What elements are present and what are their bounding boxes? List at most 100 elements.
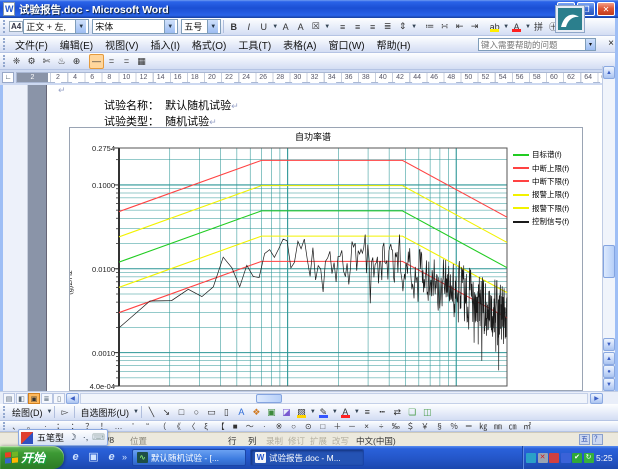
- numbering-button[interactable]: ≔: [422, 19, 437, 34]
- autoshapes-menu-button[interactable]: 自选图形(U): [77, 406, 132, 419]
- ime-help-icon[interactable]: ？: [592, 434, 603, 445]
- threed-style-icon[interactable]: ◫: [420, 405, 435, 420]
- symbol-button-16[interactable]: ～: [243, 421, 258, 432]
- symbol-button-13[interactable]: ξ: [199, 422, 214, 431]
- horizontal-scroll-track[interactable]: [80, 393, 588, 404]
- menu-item-0[interactable]: 文件(F): [9, 36, 54, 53]
- columns-button[interactable]: ▦: [134, 54, 149, 69]
- chevron-down-icon[interactable]: ▼: [164, 20, 175, 33]
- menu-item-3[interactable]: 插入(I): [144, 36, 185, 53]
- ime-logo-icon[interactable]: [21, 432, 33, 444]
- symbol-button-8[interactable]: ': [126, 422, 141, 431]
- symbol-button-32[interactable]: ㎏: [476, 421, 491, 432]
- symbol-button-10[interactable]: （: [155, 421, 170, 432]
- symbol-button-12[interactable]: 〈: [184, 421, 199, 432]
- show-desktop-icon[interactable]: ▣: [86, 449, 101, 465]
- underline-button[interactable]: U: [256, 19, 271, 34]
- menu-item-1[interactable]: 编辑(E): [54, 36, 99, 53]
- browse-previous-button[interactable]: ▲: [603, 352, 615, 365]
- symbol-button-34[interactable]: ㎝: [505, 421, 520, 432]
- scroll-left-button[interactable]: ◀: [66, 393, 79, 404]
- symbol-button-18[interactable]: ※: [272, 422, 287, 431]
- chevron-down-icon[interactable]: ▼: [310, 409, 316, 415]
- scroll-up-button[interactable]: ▲: [603, 66, 615, 79]
- symbol-button-31[interactable]: ＝: [461, 421, 476, 432]
- character-shading-button[interactable]: A: [293, 19, 308, 34]
- line-style-icon[interactable]: ≡: [360, 405, 375, 420]
- document-text-line[interactable]: 试验名称： 默认随机试验↵: [104, 97, 239, 113]
- character-border-button[interactable]: A: [278, 19, 293, 34]
- align-left-button[interactable]: ≡: [335, 19, 350, 34]
- decrease-indent-button[interactable]: ⇤: [452, 19, 467, 34]
- align-center-button[interactable]: ≡: [350, 19, 365, 34]
- character-scaling-button[interactable]: ☒: [308, 19, 323, 34]
- chevron-down-icon[interactable]: ▾: [585, 39, 595, 50]
- symbol-button-14[interactable]: 【: [213, 421, 228, 432]
- close-button[interactable]: ✕: [597, 2, 615, 16]
- symbol-button-15[interactable]: ■: [228, 422, 243, 431]
- dash-style-icon[interactable]: ┅: [375, 405, 390, 420]
- symbol-button-26[interactable]: ‰: [388, 422, 403, 431]
- start-button[interactable]: 开始: [0, 446, 64, 469]
- diagram-icon[interactable]: ❖: [249, 405, 264, 420]
- font-size-combo[interactable]: 五号▼: [181, 19, 221, 34]
- normal-view-button[interactable]: ▤: [3, 393, 15, 404]
- increase-indent-button[interactable]: ⇥: [467, 19, 482, 34]
- symbol-button-20[interactable]: ⊙: [301, 422, 316, 431]
- task-button-word[interactable]: W 试验报告.doc - M...: [250, 449, 364, 466]
- symbol-button-9[interactable]: “: [140, 422, 155, 431]
- arrow-style-icon[interactable]: ⇄: [390, 405, 405, 420]
- ime-indicator-icon[interactable]: 五: [579, 434, 590, 445]
- fill-color-icon[interactable]: ▨: [294, 405, 309, 420]
- select-browse-object-button[interactable]: ●: [603, 365, 615, 378]
- horizontal-scroll-thumb[interactable]: [256, 394, 282, 403]
- help-search-box[interactable]: ▾: [478, 38, 596, 51]
- help-search-input[interactable]: [479, 39, 585, 51]
- symbol-button-30[interactable]: ％: [447, 421, 462, 432]
- scroll-right-button[interactable]: ▶: [590, 393, 603, 404]
- tray-update-shield-icon[interactable]: ↻: [584, 453, 594, 463]
- toolbar-grip[interactable]: [3, 422, 6, 430]
- symbol-button-17[interactable]: ·: [257, 422, 272, 431]
- text-box-icon[interactable]: ▭: [204, 405, 219, 420]
- symbol-button-29[interactable]: §: [432, 422, 447, 431]
- oval-icon[interactable]: ○: [189, 405, 204, 420]
- web-layout-view-button[interactable]: ◧: [16, 393, 28, 404]
- arrow-icon[interactable]: ↘: [159, 405, 174, 420]
- symbol-button-27[interactable]: ＄: [403, 421, 418, 432]
- menu-item-2[interactable]: 视图(V): [99, 36, 144, 53]
- chevron-down-icon[interactable]: ▼: [324, 24, 330, 30]
- menu-item-8[interactable]: 帮助(H): [371, 36, 417, 53]
- wordart-icon[interactable]: A: [234, 405, 249, 420]
- ie-quicklaunch-icon[interactable]: e: [68, 449, 83, 465]
- chevron-down-icon[interactable]: ▼: [354, 409, 360, 415]
- symbol-button-7[interactable]: …: [111, 422, 126, 431]
- shadow-style-icon[interactable]: ❏: [405, 405, 420, 420]
- phonetic-guide-button[interactable]: 拼: [531, 19, 546, 34]
- rectangle-icon[interactable]: □: [174, 405, 189, 420]
- symbol-button-22[interactable]: ＋: [330, 421, 345, 432]
- tray-tool-icon[interactable]: [526, 453, 536, 463]
- custom-tool-icon-1[interactable]: ❈: [9, 54, 24, 69]
- draw-font-color-icon[interactable]: A: [338, 405, 353, 420]
- reading-layout-button[interactable]: ▯: [53, 393, 65, 404]
- symbol-button-28[interactable]: ￥: [418, 421, 433, 432]
- bold-button[interactable]: B: [226, 19, 241, 34]
- tab-selector[interactable]: ∟: [2, 72, 14, 83]
- styles-and-formatting-icon[interactable]: A4: [9, 21, 23, 32]
- line-icon[interactable]: ╲: [144, 405, 159, 420]
- chevron-down-icon[interactable]: ▼: [75, 20, 86, 33]
- print-layout-view-button[interactable]: ▣: [28, 393, 40, 404]
- clip-art-icon[interactable]: ▣: [264, 405, 279, 420]
- outline-view-button[interactable]: ≣: [41, 393, 53, 404]
- chevron-down-icon[interactable]: ▼: [207, 20, 218, 33]
- punctuation-mode-icon[interactable]: ·,: [79, 431, 92, 444]
- font-combo[interactable]: 宋体▼: [92, 19, 178, 34]
- font-color-button[interactable]: A: [509, 19, 524, 34]
- toolbar-grip[interactable]: [3, 55, 6, 68]
- soft-keyboard-icon[interactable]: ⌨: [92, 431, 105, 444]
- document-close-icon[interactable]: ×: [608, 38, 614, 49]
- task-button-vibration-app[interactable]: ∿ 默认随机试验 - [...: [132, 449, 246, 466]
- line-color-icon[interactable]: ✎: [316, 405, 331, 420]
- psd-chart-object[interactable]: 自功率谱 (g)2/Hz 0.27540.10000.01000.00104.0…: [69, 127, 583, 391]
